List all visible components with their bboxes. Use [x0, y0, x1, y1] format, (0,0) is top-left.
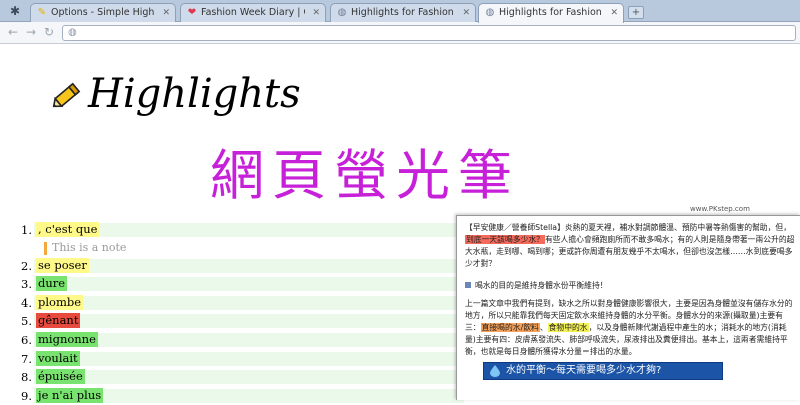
highlight-text[interactable]: épuisée — [36, 369, 85, 385]
tab-label: Highlights for Fashion Week — [499, 7, 603, 18]
highlight-text[interactable]: dure — [36, 276, 68, 292]
text-run: 、 — [539, 323, 548, 332]
forward-arrow-icon[interactable]: → — [24, 25, 38, 39]
list-item: 6. mignonne — [14, 331, 464, 350]
tab-label: Options - Simple Highlights — [51, 7, 155, 18]
tab-strip: ✱ ✎ Options - Simple Highlights ✕ ❤ Fash… — [0, 0, 800, 23]
watermark: www.PKstep.com — [690, 205, 750, 213]
close-icon[interactable]: ✕ — [610, 7, 618, 19]
highlight-mark-orange: 直接喝的水/飲料 — [480, 323, 540, 332]
tab-highlights-1[interactable]: ◍ Highlights for Fashion Week ✕ — [330, 3, 476, 22]
highlighter-icon — [52, 82, 81, 108]
row-band — [34, 332, 464, 347]
text-run: 【早安健康／營養師Stella】炎熱的夏天裡，補水對調節體溫、預防中暑等熱傷害的… — [465, 223, 791, 232]
close-icon[interactable]: ✕ — [462, 7, 470, 19]
subheading-text: 喝水的目的是維持身體水份平衡維持！ — [475, 281, 608, 290]
section-banner: 水的平衡～每天需要喝多少水才夠? — [483, 362, 723, 380]
page-title: Highlights — [88, 71, 301, 117]
item-number: 6. — [21, 332, 32, 347]
pencil-icon: ✎ — [37, 7, 47, 18]
note: This is a note — [14, 240, 464, 257]
tab-fashion-week-diary[interactable]: ❤ Fashion Week Diary | Garance ✕ — [180, 3, 326, 22]
note-text: This is a note — [52, 240, 127, 254]
highlights-list: 1. , c'est que This is a note 2. se pose… — [14, 221, 464, 405]
back-arrow-icon[interactable]: ← — [6, 25, 20, 39]
list-item: 4. plombe — [14, 294, 464, 313]
item-number: 4. — [21, 295, 32, 310]
highlight-text[interactable]: plombe — [36, 294, 84, 310]
row-band — [34, 295, 464, 310]
item-number: 7. — [21, 351, 32, 366]
list-item: 8. épuisée — [14, 368, 464, 387]
row-band — [34, 314, 464, 329]
tab-label: Fashion Week Diary | Garance — [201, 7, 305, 18]
globe-icon: ◍ — [337, 7, 347, 18]
tab-label: Highlights for Fashion Week — [351, 7, 455, 18]
article-screenshot: 【早安健康／營養師Stella】炎熱的夏天裡，補水對調節體溫、預防中暑等熱傷害的… — [456, 215, 800, 400]
row-band — [34, 351, 464, 366]
item-number: 1. — [21, 223, 32, 237]
article-paragraph-2: 上一篇文章中我們有提到，缺水之所以對身體健康影響很大，主要是因為身體並沒有儲存水… — [465, 298, 795, 358]
item-number: 3. — [21, 277, 32, 292]
list-item: 3. dure — [14, 275, 464, 294]
browser-toolbar: ← → ↻ ◍ — [0, 22, 800, 44]
note-bar — [44, 241, 47, 255]
new-tab-button[interactable]: + — [628, 6, 644, 19]
close-icon[interactable]: ✕ — [162, 7, 170, 19]
tab-highlights-active[interactable]: ◍ Highlights for Fashion Week ✕ — [478, 3, 624, 23]
article-subheading: 喝水的目的是維持身體水份平衡維持！ — [465, 280, 608, 292]
highlight-text[interactable]: mignonne — [36, 331, 98, 347]
highlight-text[interactable]: gênant — [36, 313, 81, 329]
item-number: 9. — [21, 388, 32, 403]
highlight-text[interactable]: , c'est que — [36, 222, 100, 237]
highlight-mark-red: 到底一天該喝多少水？ — [465, 235, 545, 244]
extensions-icon[interactable]: ✱ — [8, 4, 22, 18]
list-item: 5. gênant — [14, 312, 464, 331]
tab-options[interactable]: ✎ Options - Simple Highlights ✕ — [30, 3, 176, 22]
reload-icon[interactable]: ↻ — [42, 25, 56, 39]
item-number: 5. — [21, 314, 32, 329]
highlight-text[interactable]: se poser — [36, 257, 89, 273]
list-item: 1. , c'est que — [14, 221, 464, 240]
bullet-square-icon — [465, 282, 471, 288]
page-icon: ◍ — [68, 27, 77, 38]
page-content: Highlights 網頁螢光筆 1. , c'est que This is … — [0, 45, 800, 403]
item-number: 8. — [21, 370, 32, 385]
list-item: 9. je n'ai plus — [14, 387, 464, 405]
close-icon[interactable]: ✕ — [312, 7, 320, 19]
address-bar[interactable]: ◍ — [62, 25, 796, 41]
water-drop-icon — [490, 365, 500, 377]
heart-icon: ❤ — [187, 7, 197, 18]
globe-icon: ◍ — [485, 7, 495, 18]
highlight-text[interactable]: voulait — [36, 350, 80, 366]
highlight-text[interactable]: je n'ai plus — [36, 387, 104, 403]
item-number: 2. — [21, 258, 32, 273]
row-band — [34, 258, 464, 273]
list-item: 7. voulait — [14, 350, 464, 369]
banner-text: 水的平衡～每天需要喝多少水才夠? — [506, 365, 662, 376]
row-band — [34, 277, 464, 292]
headline: 網頁螢光筆 — [210, 144, 520, 207]
row-band — [34, 370, 464, 385]
article-paragraph-1: 【早安健康／營養師Stella】炎熱的夏天裡，補水對調節體溫、預防中暑等熱傷害的… — [465, 222, 795, 270]
highlight-mark-yellow: 食物中的水 — [547, 323, 589, 332]
list-item: 2. se poser — [14, 257, 464, 276]
